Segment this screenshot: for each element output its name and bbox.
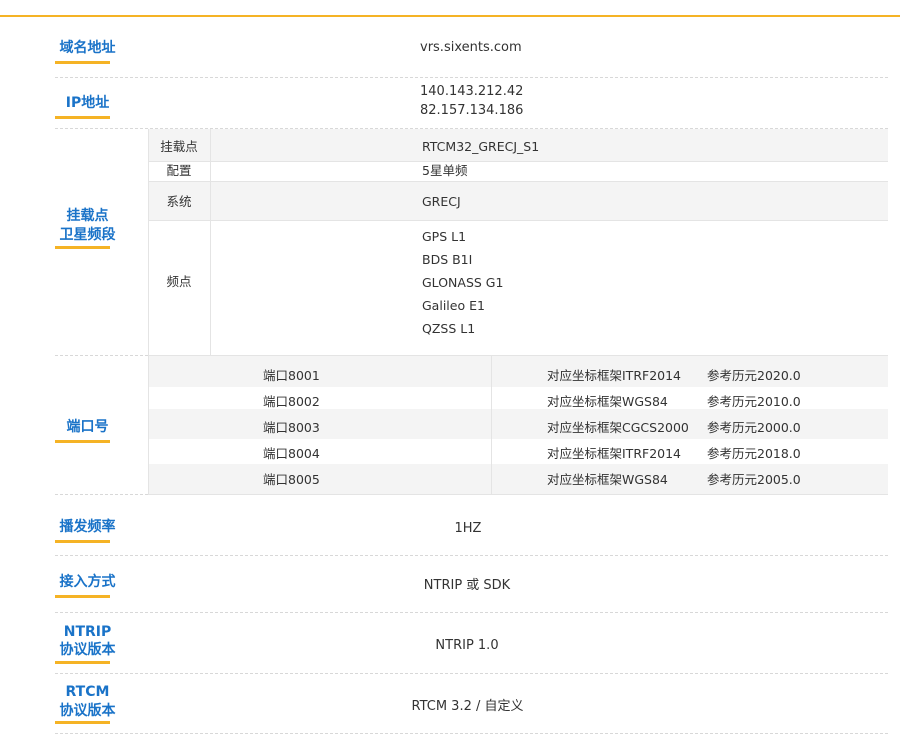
port-frame: 对应坐标框架CGCS2000 bbox=[547, 420, 689, 435]
access-value: NTRIP 或 SDK bbox=[423, 578, 511, 593]
port-epoch: 参考历元2000.0 bbox=[707, 420, 801, 435]
mount-label-line2: 卫星频段 bbox=[59, 227, 116, 243]
row-divider bbox=[55, 673, 888, 674]
rate-label: 播发频率 bbox=[59, 519, 116, 535]
domain-value: vrs.sixents.com bbox=[420, 40, 522, 55]
port-epoch: 参考历元2010.0 bbox=[707, 394, 801, 409]
config-key: 配置 bbox=[166, 163, 192, 178]
port-frame: 对应坐标框架WGS84 bbox=[547, 472, 668, 487]
port-frame: 对应坐标框架ITRF2014 bbox=[547, 368, 682, 383]
rtcm-label-underline bbox=[55, 721, 110, 724]
table-line bbox=[148, 181, 888, 182]
rtcm-label-line1: RTCM bbox=[65, 684, 110, 700]
row-divider bbox=[55, 733, 888, 734]
row-divider bbox=[55, 555, 888, 556]
port-epoch: 参考历元2005.0 bbox=[707, 472, 801, 487]
mount-key: 挂载点 bbox=[160, 139, 198, 154]
ntrip-label-line1: NTRIP bbox=[63, 624, 112, 640]
freq-item: GLONASS G1 bbox=[422, 275, 504, 290]
row-divider bbox=[55, 612, 888, 613]
row-divider bbox=[55, 77, 888, 78]
rtcm-value: RTCM 3.2 / 自定义 bbox=[411, 699, 524, 714]
table-line bbox=[491, 356, 492, 494]
row-divider bbox=[55, 355, 148, 356]
mount-value: RTCM32_GRECJ_S1 bbox=[422, 139, 540, 154]
system-row-bg bbox=[148, 181, 888, 221]
freq-item: BDS B1I bbox=[422, 252, 473, 267]
table-line bbox=[148, 494, 888, 495]
ip-label-underline bbox=[55, 116, 110, 119]
freq-item: QZSS L1 bbox=[422, 321, 476, 336]
mount-label-line1: 挂载点 bbox=[66, 208, 109, 224]
ip-label: IP地址 bbox=[65, 95, 110, 111]
freq-key: 频点 bbox=[166, 274, 192, 289]
freq-item: Galileo E1 bbox=[422, 298, 485, 313]
table-line bbox=[148, 220, 888, 221]
ports-label: 端口号 bbox=[66, 419, 109, 435]
rtcm-label-line2: 协议版本 bbox=[59, 703, 116, 719]
ntrip-label-underline bbox=[55, 661, 110, 664]
row-divider bbox=[55, 494, 148, 495]
port-epoch: 参考历元2018.0 bbox=[707, 446, 801, 461]
config-value: 5星单频 bbox=[422, 163, 468, 178]
port-number: 端口8002 bbox=[263, 394, 320, 409]
table-line bbox=[210, 129, 211, 355]
domain-label: 域名地址 bbox=[59, 40, 116, 56]
ports-label-underline bbox=[55, 440, 110, 443]
port-number: 端口8001 bbox=[263, 368, 320, 383]
port-epoch: 参考历元2020.0 bbox=[707, 368, 801, 383]
access-label-underline bbox=[55, 595, 110, 598]
system-key: 系统 bbox=[166, 194, 192, 209]
ntrip-label-line2: 协议版本 bbox=[59, 642, 116, 658]
ip-value-2: 82.157.134.186 bbox=[420, 103, 524, 118]
port-frame: 对应坐标框架WGS84 bbox=[547, 394, 668, 409]
table-line bbox=[148, 356, 149, 494]
mount-label-underline bbox=[55, 246, 110, 249]
table-line bbox=[148, 161, 888, 162]
top-accent-line bbox=[0, 15, 900, 17]
port-frame: 对应坐标框架ITRF2014 bbox=[547, 446, 682, 461]
ip-value-1: 140.143.212.42 bbox=[420, 84, 524, 99]
port-number: 端口8003 bbox=[263, 420, 320, 435]
port-number: 端口8005 bbox=[263, 472, 320, 487]
access-label: 接入方式 bbox=[59, 574, 116, 590]
freq-item: GPS L1 bbox=[422, 229, 467, 244]
port-number: 端口8004 bbox=[263, 446, 320, 461]
rate-label-underline bbox=[55, 540, 110, 543]
system-value: GRECJ bbox=[422, 194, 461, 209]
ntrip-value: NTRIP 1.0 bbox=[435, 638, 499, 653]
domain-label-underline bbox=[55, 61, 110, 64]
rate-value: 1HZ bbox=[454, 521, 482, 536]
